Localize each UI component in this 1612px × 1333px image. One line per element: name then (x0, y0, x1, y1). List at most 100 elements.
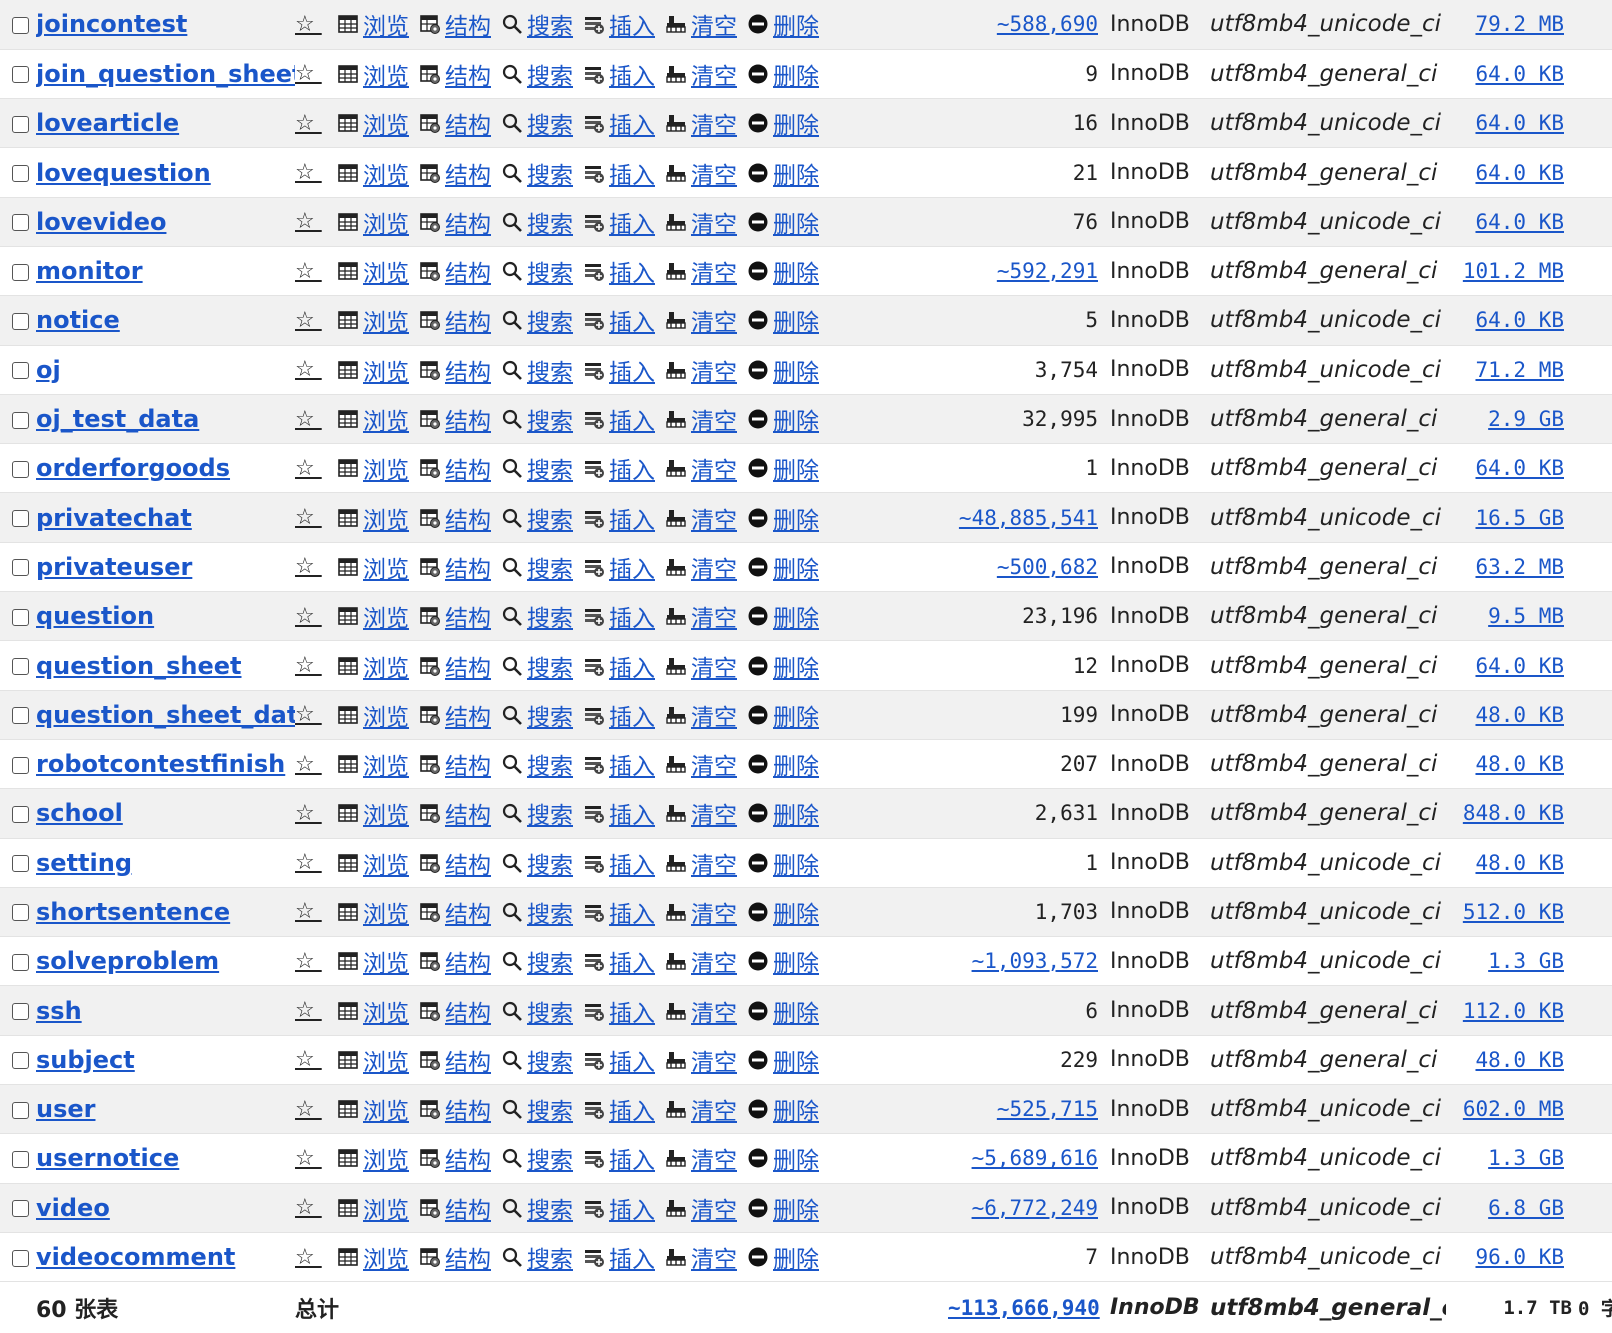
action-structure-link[interactable]: 结构 (419, 649, 491, 683)
size-link[interactable]: 16.5 GB (1475, 506, 1564, 530)
table-name-link[interactable]: usernotice (36, 1144, 179, 1172)
size-link[interactable]: 64.0 KB (1475, 654, 1564, 678)
action-insert-link[interactable]: 插入 (583, 451, 655, 485)
size-link[interactable]: 1.3 GB (1488, 1146, 1564, 1170)
star-icon[interactable]: ☆ (295, 505, 322, 530)
action-search-link[interactable]: 搜索 (501, 994, 573, 1028)
action-insert-link[interactable]: 插入 (583, 895, 655, 929)
action-drop-link[interactable]: 删除 (747, 57, 819, 91)
row-checkbox[interactable] (11, 510, 29, 528)
action-structure-link[interactable]: 结构 (419, 501, 491, 535)
row-checkbox[interactable] (11, 312, 29, 330)
size-link[interactable]: 48.0 KB (1475, 752, 1564, 776)
action-search-link[interactable]: 搜索 (501, 1043, 573, 1077)
size-link[interactable]: 48.0 KB (1475, 1048, 1564, 1072)
star-icon[interactable]: ☆ (295, 702, 322, 727)
star-icon[interactable]: ☆ (295, 209, 322, 234)
size-link[interactable]: 48.0 KB (1475, 703, 1564, 727)
row-checkbox[interactable] (11, 953, 29, 971)
star-icon[interactable]: ☆ (295, 949, 322, 974)
action-structure-link[interactable]: 结构 (419, 599, 491, 633)
action-drop-link[interactable]: 删除 (747, 698, 819, 732)
star-icon[interactable]: ☆ (295, 752, 322, 777)
action-structure-link[interactable]: 结构 (419, 451, 491, 485)
action-browse-link[interactable]: 浏览 (337, 501, 409, 535)
row-count-link[interactable]: ~48,885,541 (959, 506, 1098, 530)
action-drop-link[interactable]: 删除 (747, 649, 819, 683)
action-insert-link[interactable]: 插入 (583, 796, 655, 830)
star-icon[interactable]: ☆ (295, 456, 322, 481)
action-empty-link[interactable]: 清空 (665, 846, 737, 880)
row-checkbox[interactable] (11, 608, 29, 626)
action-insert-link[interactable]: 插入 (583, 501, 655, 535)
action-search-link[interactable]: 搜索 (501, 1240, 573, 1274)
size-link[interactable]: 64.0 KB (1475, 111, 1564, 135)
action-empty-link[interactable]: 清空 (665, 698, 737, 732)
action-insert-link[interactable]: 插入 (583, 846, 655, 880)
action-insert-link[interactable]: 插入 (583, 57, 655, 91)
row-checkbox[interactable] (11, 1200, 29, 1218)
action-drop-link[interactable]: 删除 (747, 1043, 819, 1077)
action-drop-link[interactable]: 删除 (747, 402, 819, 436)
action-search-link[interactable]: 搜索 (501, 550, 573, 584)
action-browse-link[interactable]: 浏览 (337, 303, 409, 337)
action-insert-link[interactable]: 插入 (583, 1191, 655, 1225)
action-search-link[interactable]: 搜索 (501, 7, 573, 41)
table-name-link[interactable]: robotcontestfinish (36, 750, 285, 778)
action-structure-link[interactable]: 结构 (419, 254, 491, 288)
action-insert-link[interactable]: 插入 (583, 649, 655, 683)
star-icon[interactable]: ☆ (295, 1146, 322, 1171)
star-icon[interactable]: ☆ (295, 554, 322, 579)
size-link[interactable]: 1.3 GB (1488, 949, 1564, 973)
action-drop-link[interactable]: 删除 (747, 747, 819, 781)
action-drop-link[interactable]: 删除 (747, 846, 819, 880)
row-checkbox[interactable] (11, 559, 29, 577)
action-structure-link[interactable]: 结构 (419, 550, 491, 584)
row-count-link[interactable]: ~1,093,572 (972, 949, 1098, 973)
action-structure-link[interactable]: 结构 (419, 402, 491, 436)
action-structure-link[interactable]: 结构 (419, 57, 491, 91)
row-checkbox[interactable] (11, 707, 29, 725)
summary-rows[interactable]: ~113,666,940 (948, 1281, 1110, 1333)
table-name-link[interactable]: orderforgoods (36, 454, 230, 482)
size-link[interactable]: 48.0 KB (1475, 851, 1564, 875)
size-link[interactable]: 512.0 KB (1463, 900, 1564, 924)
action-empty-link[interactable]: 清空 (665, 57, 737, 91)
action-drop-link[interactable]: 删除 (747, 944, 819, 978)
action-empty-link[interactable]: 清空 (665, 550, 737, 584)
action-empty-link[interactable]: 清空 (665, 303, 737, 337)
action-browse-link[interactable]: 浏览 (337, 698, 409, 732)
action-browse-link[interactable]: 浏览 (337, 57, 409, 91)
size-link[interactable]: 71.2 MB (1475, 358, 1564, 382)
action-search-link[interactable]: 搜索 (501, 846, 573, 880)
action-insert-link[interactable]: 插入 (583, 7, 655, 41)
action-structure-link[interactable]: 结构 (419, 1240, 491, 1274)
action-drop-link[interactable]: 删除 (747, 254, 819, 288)
action-search-link[interactable]: 搜索 (501, 205, 573, 239)
action-empty-link[interactable]: 清空 (665, 796, 737, 830)
star-icon[interactable]: ☆ (295, 998, 322, 1023)
action-search-link[interactable]: 搜索 (501, 698, 573, 732)
star-icon[interactable]: ☆ (295, 1047, 322, 1072)
table-name-link[interactable]: question (36, 602, 154, 630)
action-search-link[interactable]: 搜索 (501, 353, 573, 387)
action-drop-link[interactable]: 删除 (747, 451, 819, 485)
action-empty-link[interactable]: 清空 (665, 353, 737, 387)
row-checkbox[interactable] (11, 214, 29, 232)
action-search-link[interactable]: 搜索 (501, 1191, 573, 1225)
size-link[interactable]: 848.0 KB (1463, 801, 1564, 825)
action-structure-link[interactable]: 结构 (419, 303, 491, 337)
size-link[interactable]: 101.2 MB (1463, 259, 1564, 283)
action-structure-link[interactable]: 结构 (419, 353, 491, 387)
action-search-link[interactable]: 搜索 (501, 649, 573, 683)
action-insert-link[interactable]: 插入 (583, 1240, 655, 1274)
row-checkbox[interactable] (11, 756, 29, 774)
row-checkbox[interactable] (11, 1101, 29, 1119)
size-link[interactable]: 79.2 MB (1475, 12, 1564, 36)
star-icon[interactable]: ☆ (295, 111, 322, 136)
action-empty-link[interactable]: 清空 (665, 1141, 737, 1175)
action-browse-link[interactable]: 浏览 (337, 254, 409, 288)
action-drop-link[interactable]: 删除 (747, 353, 819, 387)
action-drop-link[interactable]: 删除 (747, 156, 819, 190)
action-structure-link[interactable]: 结构 (419, 747, 491, 781)
